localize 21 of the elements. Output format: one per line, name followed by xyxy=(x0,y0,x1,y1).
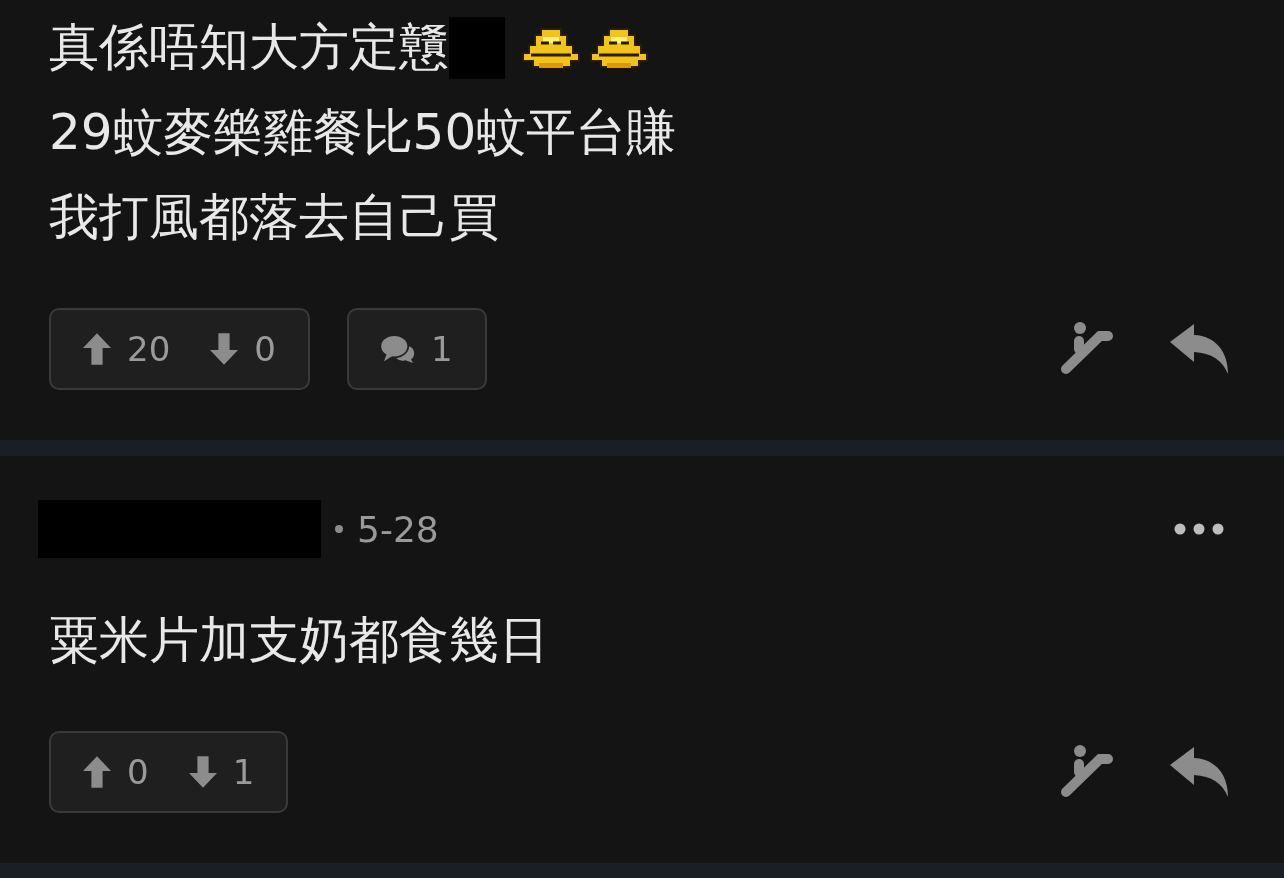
upvote-button[interactable]: 20 xyxy=(83,329,171,369)
escalator-icon[interactable] xyxy=(1060,745,1114,799)
escalator-icon[interactable] xyxy=(1060,322,1114,376)
separator-dot-icon xyxy=(335,525,343,533)
up-arrow-icon xyxy=(83,333,111,365)
comments-button[interactable]: 1 xyxy=(346,308,487,390)
more-options-icon[interactable] xyxy=(1174,523,1224,535)
post-text: 真係唔知大方定戇 xyxy=(49,17,449,78)
reply-icon[interactable] xyxy=(1170,747,1230,797)
speech-bubbles-icon xyxy=(380,335,415,363)
reply-icon[interactable] xyxy=(1170,324,1230,374)
down-arrow-icon xyxy=(188,756,217,788)
post-date: 5-28 xyxy=(357,508,439,550)
downvote-button[interactable]: 1 xyxy=(188,752,255,792)
post-text: 29蚊麥樂雞餐比50蚊平台賺 xyxy=(49,102,677,163)
down-arrow-icon xyxy=(210,333,239,365)
upvote-button[interactable]: 0 xyxy=(83,752,149,792)
up-arrow-icon xyxy=(83,756,111,788)
post-text: 我打風都落去自己買 xyxy=(49,187,499,248)
post-text: 粟米片加支奶都食幾日 xyxy=(49,610,549,671)
downvote-button[interactable]: 0 xyxy=(210,329,276,369)
